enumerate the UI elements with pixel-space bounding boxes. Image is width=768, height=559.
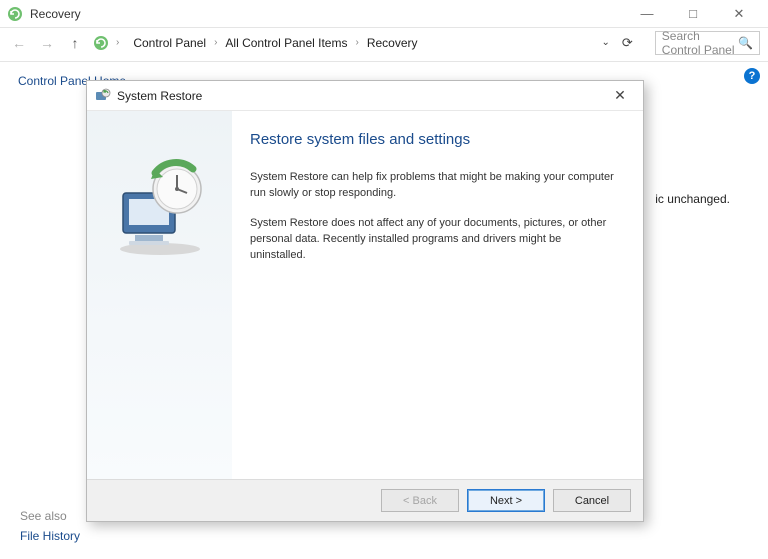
back-button: < Back bbox=[381, 489, 459, 512]
chevron-right-icon: › bbox=[116, 37, 119, 48]
cancel-button[interactable]: Cancel bbox=[553, 489, 631, 512]
breadcrumb-recovery[interactable]: Recovery bbox=[363, 34, 422, 52]
background-text-fragment: ic unchanged. bbox=[655, 192, 730, 206]
system-restore-illustration-icon bbox=[105, 151, 215, 266]
next-button[interactable]: Next > bbox=[467, 489, 545, 512]
window-titlebar: Recovery — □ ✕ bbox=[0, 0, 768, 28]
dialog-body: Restore system files and settings System… bbox=[87, 111, 643, 479]
window-maximize-button[interactable]: □ bbox=[670, 0, 716, 28]
help-icon[interactable]: ? bbox=[744, 68, 760, 84]
recovery-icon bbox=[6, 5, 24, 23]
system-restore-dialog: System Restore ✕ bbox=[86, 80, 644, 522]
dialog-titlebar: System Restore ✕ bbox=[87, 81, 643, 111]
explorer-navbar: ← → ↑ › Control Panel › All Control Pane… bbox=[0, 28, 768, 62]
system-restore-icon bbox=[95, 88, 111, 104]
see-also-heading: See also bbox=[20, 509, 67, 523]
chevron-right-icon: › bbox=[214, 37, 217, 48]
dialog-content: Restore system files and settings System… bbox=[232, 111, 643, 479]
nav-up-button[interactable]: ↑ bbox=[64, 32, 86, 54]
refresh-button[interactable]: ⟳ bbox=[618, 33, 637, 53]
window-title: Recovery bbox=[30, 7, 81, 21]
dialog-paragraph-1: System Restore can help fix problems tha… bbox=[250, 170, 615, 202]
dialog-footer: < Back Next > Cancel bbox=[87, 479, 643, 521]
search-icon: 🔍 bbox=[738, 36, 753, 50]
dialog-heading: Restore system files and settings bbox=[250, 131, 615, 148]
dialog-sidebar bbox=[87, 111, 232, 479]
window-close-button[interactable]: ✕ bbox=[716, 0, 762, 28]
window-minimize-button[interactable]: — bbox=[624, 0, 670, 28]
dialog-close-button[interactable]: ✕ bbox=[605, 84, 635, 108]
breadcrumb-all-items[interactable]: All Control Panel Items bbox=[221, 34, 351, 52]
nav-forward-button[interactable]: → bbox=[36, 32, 58, 54]
recovery-breadcrumb-icon bbox=[92, 34, 110, 52]
breadcrumb: Control Panel › All Control Panel Items … bbox=[129, 34, 421, 52]
breadcrumb-control-panel[interactable]: Control Panel bbox=[129, 34, 210, 52]
chevron-right-icon: › bbox=[355, 37, 358, 48]
dialog-paragraph-2: System Restore does not affect any of yo… bbox=[250, 216, 615, 264]
search-placeholder: Search Control Panel bbox=[662, 29, 738, 57]
search-input[interactable]: Search Control Panel 🔍 bbox=[655, 31, 760, 55]
address-dropdown-button[interactable]: ⌄ bbox=[598, 35, 614, 50]
dialog-title: System Restore bbox=[117, 89, 202, 103]
file-history-link[interactable]: File History bbox=[20, 529, 80, 543]
nav-back-button[interactable]: ← bbox=[8, 32, 30, 54]
